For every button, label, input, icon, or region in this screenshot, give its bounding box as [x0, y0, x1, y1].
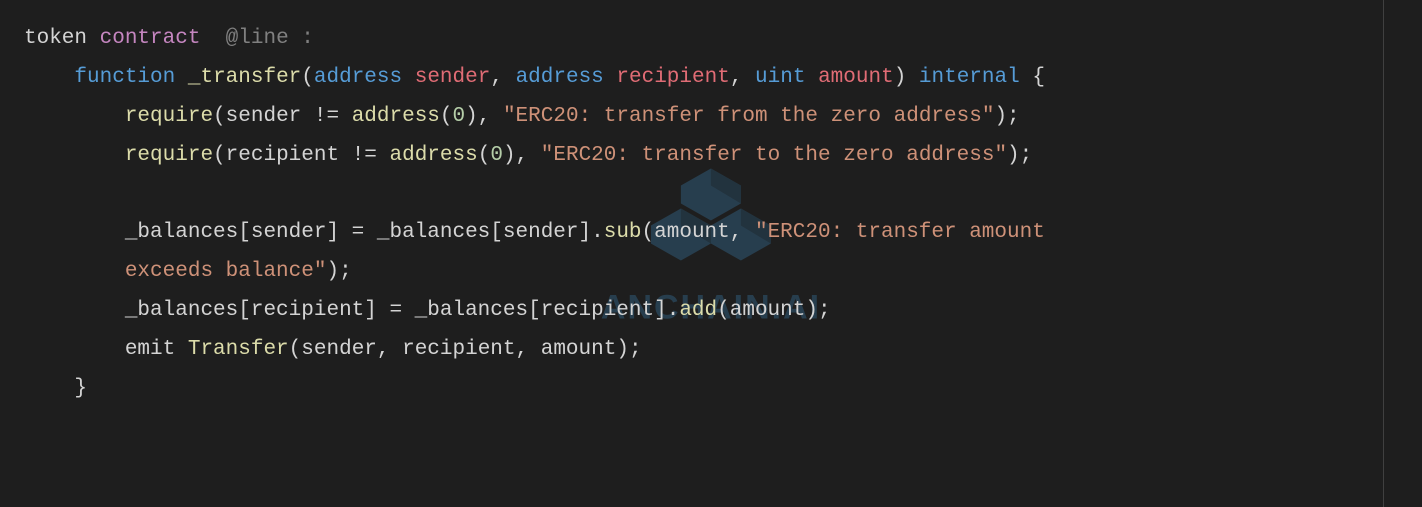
param-type: uint — [755, 66, 805, 89]
code-editor[interactable]: token contract @line : function _transfe… — [24, 20, 1422, 408]
internal-keyword: internal — [906, 66, 1032, 89]
require-call: require — [125, 105, 213, 128]
code-line-3: require(recipient != address(0), "ERC20:… — [24, 144, 1032, 167]
token-keyword: token — [24, 27, 87, 50]
code-line-9: } — [24, 377, 87, 400]
address-cast: address — [352, 105, 440, 128]
code-line-4 — [24, 182, 37, 205]
address-cast: address — [390, 144, 478, 167]
code-line-6: exceeds balance"); — [24, 260, 352, 283]
code-line-2: require(sender != address(0), "ERC20: tr… — [24, 105, 1020, 128]
zero-literal: 0 — [490, 144, 503, 167]
param-name: amount — [818, 66, 894, 89]
param-type: address — [516, 66, 604, 89]
add-method: add — [679, 299, 717, 322]
sub-method: sub — [604, 221, 642, 244]
balance-assignment: _balances[recipient] = _balances[recipie… — [125, 299, 680, 322]
transfer-event: Transfer — [188, 338, 289, 361]
error-string: "ERC20: transfer to the zero address" — [541, 144, 1007, 167]
function-name: _transfer — [188, 66, 301, 89]
param-name: sender — [415, 66, 491, 89]
code-line-7: _balances[recipient] = _balances[recipie… — [24, 299, 831, 322]
error-string: "ERC20: transfer from the zero address" — [503, 105, 994, 128]
code-line-5: _balances[sender] = _balances[sender].su… — [24, 221, 1057, 244]
code-line-8: emit Transfer(sender, recipient, amount)… — [24, 338, 642, 361]
param-name: recipient — [616, 66, 729, 89]
error-string-cont: exceeds balance" — [125, 260, 327, 283]
close-brace: } — [74, 377, 87, 400]
balance-assignment: _balances[sender] = _balances[sender]. — [125, 221, 604, 244]
code-line-1: function _transfer(address sender, addre… — [24, 66, 1045, 89]
param-type: address — [314, 66, 402, 89]
line-annotation: @line — [226, 27, 289, 50]
colon: : — [301, 27, 314, 50]
error-string: "ERC20: transfer amount — [755, 221, 1057, 244]
emit-keyword: emit — [125, 338, 188, 361]
require-call: require — [125, 144, 213, 167]
function-keyword: function — [74, 66, 175, 89]
contract-keyword: contract — [100, 27, 201, 50]
zero-literal: 0 — [453, 105, 466, 128]
code-line-header: token contract @line : — [24, 27, 314, 50]
